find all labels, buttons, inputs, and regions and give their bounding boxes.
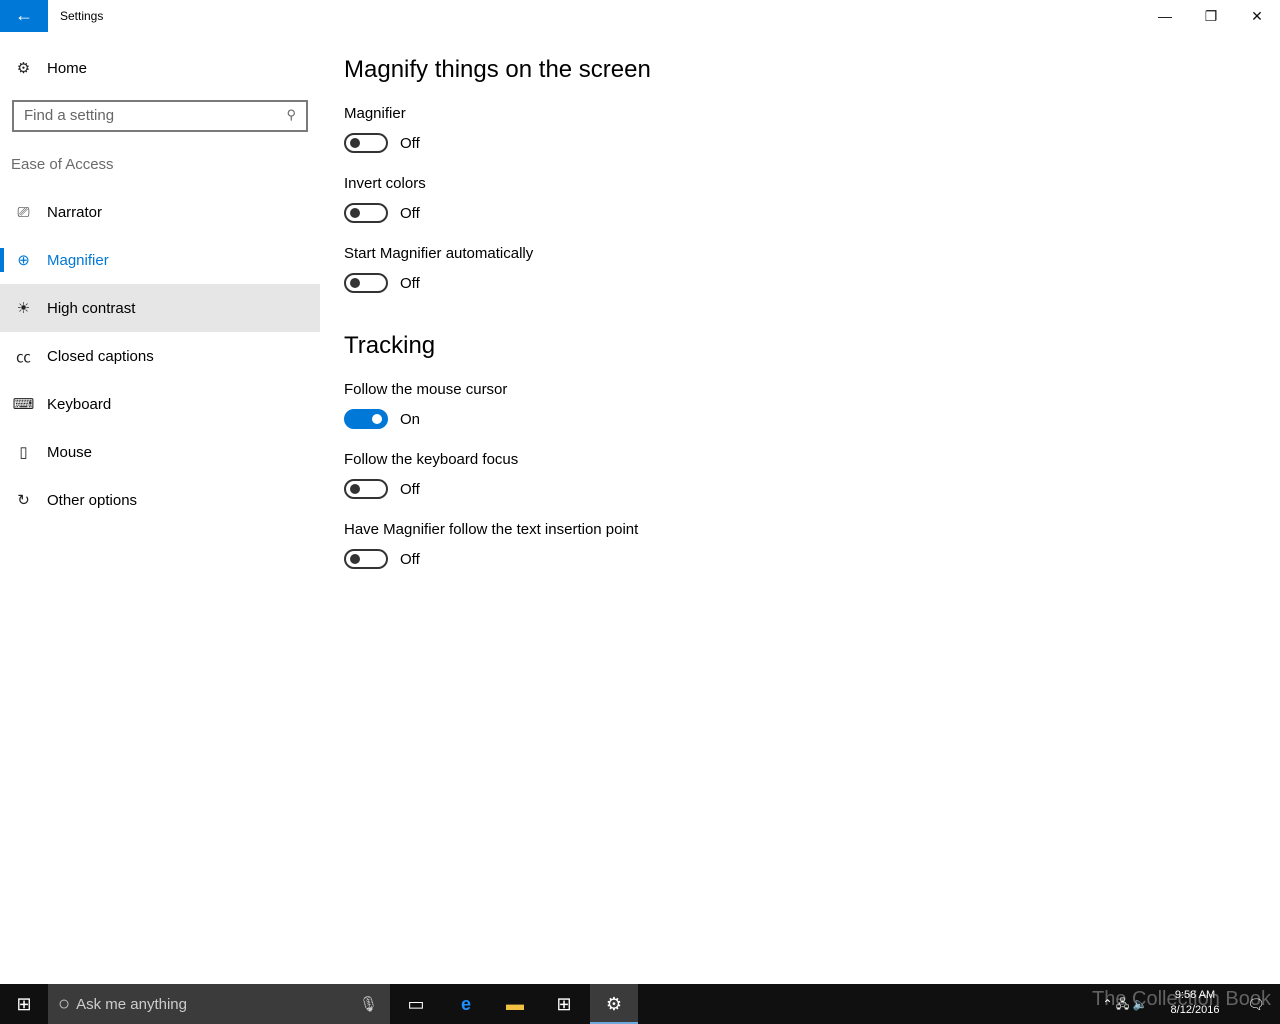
microphone-icon[interactable]: 🎙 [359, 995, 378, 1013]
sidebar-item-label: Other options [47, 491, 138, 509]
toggle-knob [350, 484, 360, 494]
sidebar-item-narrator[interactable]: ⎚ Narrator [0, 188, 320, 236]
sidebar-item-label: Closed captions [47, 347, 154, 365]
toggle-knob [350, 278, 360, 288]
toggle-knob [372, 414, 382, 424]
search-input[interactable]: Find a setting ⚲ [12, 100, 308, 132]
store-icon[interactable]: ⊞ [540, 984, 588, 1024]
sidebar-item-mouse[interactable]: ▯ Mouse [0, 428, 320, 476]
cortana-placeholder: Ask me anything [76, 995, 187, 1013]
setting-label: Follow the mouse cursor [344, 381, 508, 398]
sidebar-item-label: High contrast [47, 299, 136, 317]
close-button[interactable]: ✕ [1234, 0, 1280, 32]
sidebar-item-label: Magnifier [47, 251, 109, 269]
toggle-state: Off [400, 135, 420, 152]
sidebar-item-magnifier[interactable]: ⊕ Magnifier [0, 236, 320, 284]
action-center-icon[interactable]: 🗨 [1232, 984, 1280, 1024]
settings-taskbar-icon[interactable]: ⚙ [590, 984, 638, 1024]
sidebar-item-high-contrast[interactable]: ☀ High contrast [0, 284, 320, 332]
cortana-search[interactable]: ○ Ask me anything 🎙 [48, 984, 390, 1024]
tracking-heading: Tracking [344, 332, 436, 359]
sidebar-item-other-options[interactable]: ↻ Other options [0, 476, 320, 524]
toggle-switch[interactable] [344, 133, 388, 153]
date: 8/12/2016 [1170, 1004, 1220, 1016]
sidebar-item-label: Mouse [47, 443, 93, 461]
setting-label: Follow the keyboard focus [344, 451, 519, 468]
toggle-state: Off [400, 205, 420, 222]
toggle-knob [350, 554, 360, 564]
sidebar-item-label: Narrator [47, 203, 103, 221]
taskbar: ⊞ ○ Ask me anything 🎙 ▭ e ▬ ⊞ ⚙ The Coll… [0, 984, 1280, 1024]
edge-icon[interactable]: e [442, 984, 490, 1024]
task-view-icon[interactable]: ▭ [392, 984, 440, 1024]
minimize-button[interactable]: — [1142, 0, 1188, 32]
toggle-state: Off [400, 551, 420, 568]
toggle-switch[interactable] [344, 273, 388, 293]
setting-label: Invert colors [344, 175, 426, 192]
sidebar-item-closed-captions[interactable]: ㏄ Closed captions [0, 332, 320, 380]
toggle-state: Off [400, 481, 420, 498]
gear-icon: ⚙ [16, 60, 31, 77]
narrator-icon: ⎚ [17, 203, 30, 221]
back-button[interactable]: ← [0, 0, 48, 32]
toggle-switch[interactable] [344, 409, 388, 429]
title-bar: ← Settings — ❐ ✕ [0, 0, 1280, 32]
window-title: Settings [60, 9, 104, 23]
other-options-icon: ↻ [17, 492, 30, 509]
toggle-switch[interactable] [344, 549, 388, 569]
clock[interactable]: 9:58 AM 8/12/2016 [1160, 988, 1230, 1018]
toggle-knob [350, 208, 360, 218]
cortana-icon: ○ [58, 992, 71, 1015]
sidebar-item-keyboard[interactable]: ⌨ Keyboard [0, 380, 320, 428]
sidebar-item-label: Keyboard [47, 395, 112, 413]
mouse-icon: ▯ [19, 444, 28, 461]
tray-icons[interactable]: ⌃ 🖧 🔈 [1080, 984, 1170, 1024]
section-title: Ease of Access [11, 156, 114, 173]
sidebar-home[interactable]: ⚙ Home [0, 44, 320, 92]
search-icon[interactable]: ⚲ [286, 107, 296, 125]
search-placeholder: Find a setting [24, 107, 115, 124]
setting-label: Magnifier [344, 105, 406, 122]
toggle-switch[interactable] [344, 203, 388, 223]
setting-label: Have Magnifier follow the text insertion… [344, 521, 639, 538]
toggle-state: On [400, 411, 421, 428]
time: 9:58 AM [1174, 989, 1216, 1001]
start-button[interactable]: ⊞ [0, 984, 48, 1024]
home-label: Home [47, 59, 88, 77]
toggle-state: Off [400, 275, 420, 292]
closed-captions-icon: ㏄ [15, 348, 31, 366]
high-contrast-icon: ☀ [16, 300, 31, 317]
page-title: Magnify things on the screen [344, 56, 651, 83]
restore-button[interactable]: ❐ [1188, 0, 1234, 32]
toggle-switch[interactable] [344, 479, 388, 499]
setting-label: Start Magnifier automatically [344, 245, 534, 262]
toggle-knob [350, 138, 360, 148]
keyboard-icon: ⌨ [12, 396, 35, 413]
magnifier-icon: ⊕ [17, 252, 30, 269]
file-explorer-icon[interactable]: ▬ [491, 984, 539, 1024]
